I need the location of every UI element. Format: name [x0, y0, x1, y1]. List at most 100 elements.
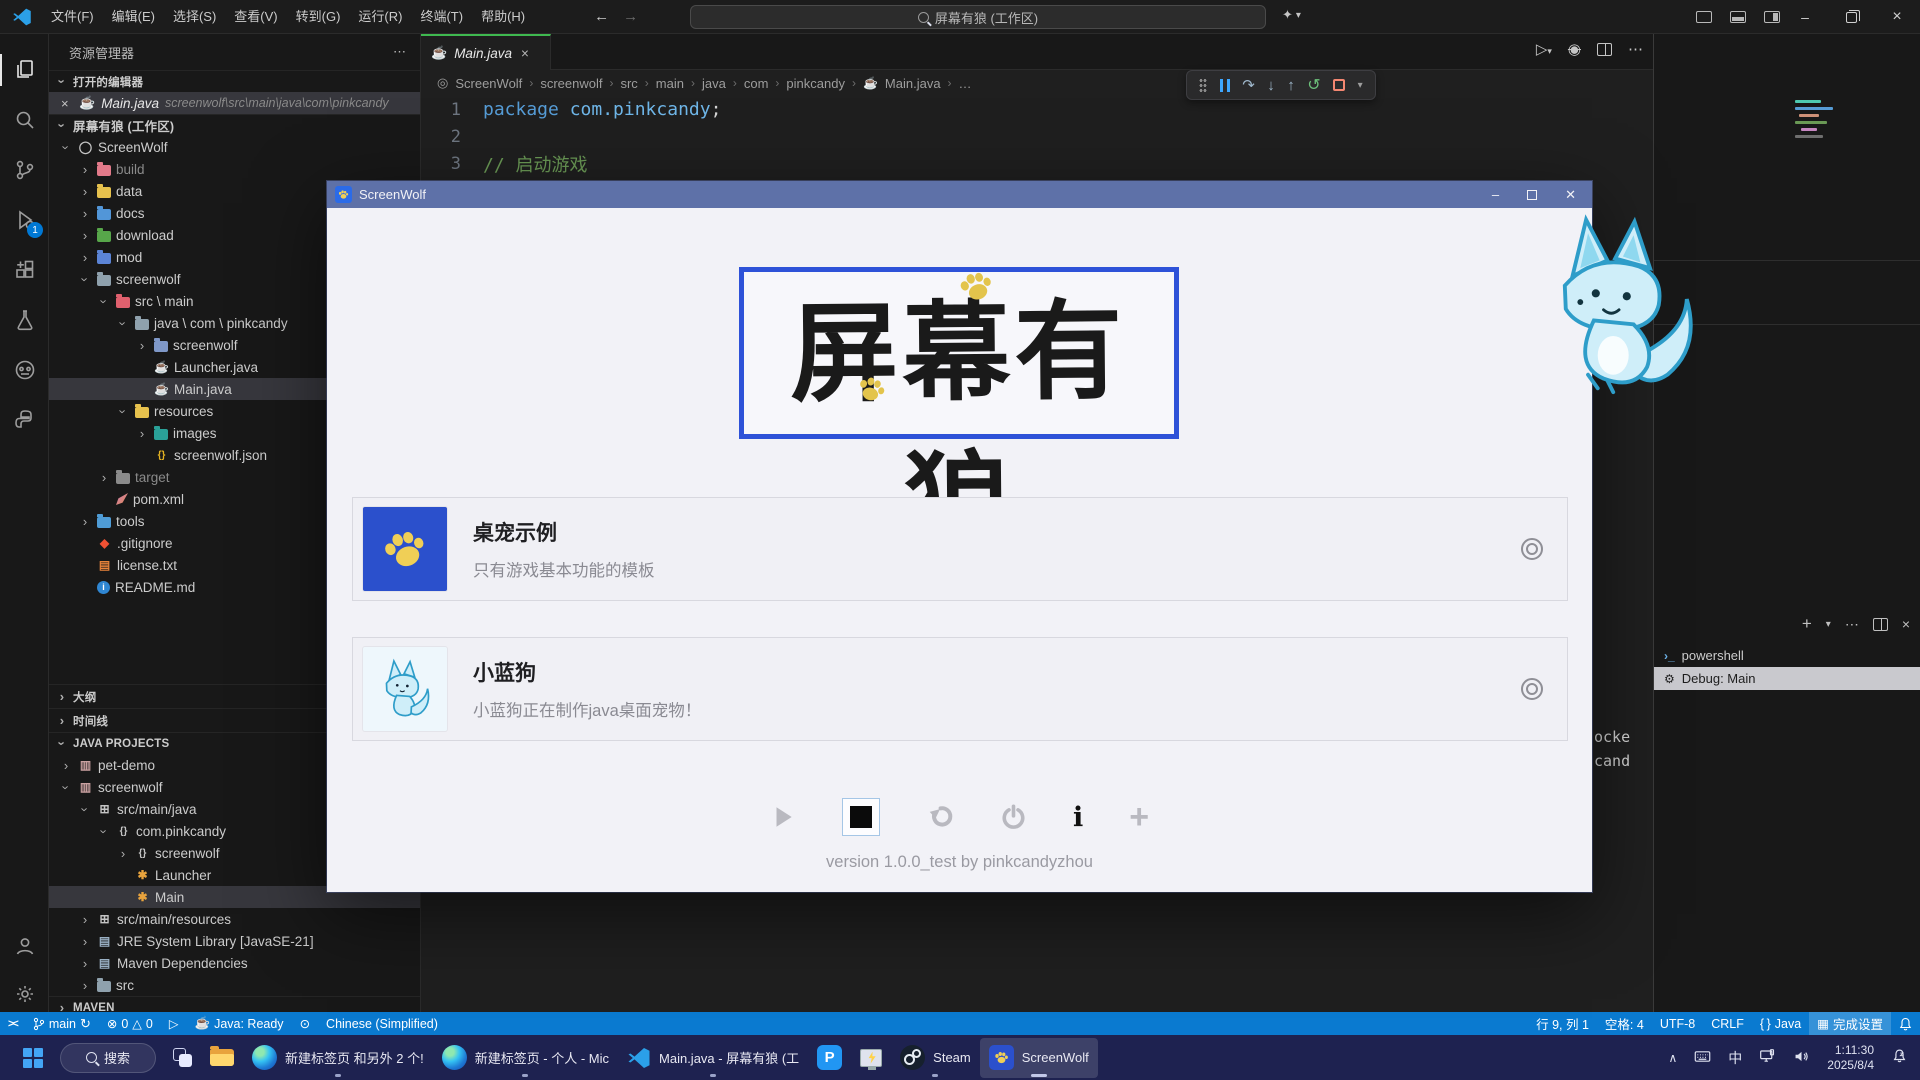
code-line-2[interactable]: 2	[421, 123, 1653, 150]
step-out-icon[interactable]: ↑	[1287, 77, 1295, 94]
pet-card-example[interactable]: 桌宠示例 只有游戏基本功能的模板	[352, 497, 1568, 601]
task-view-button[interactable]	[164, 1038, 201, 1078]
more-actions-icon[interactable]: ⋯	[1628, 40, 1643, 58]
testing-icon[interactable]	[0, 298, 49, 342]
breadcrumb-item[interactable]: Main.java	[885, 76, 941, 91]
close-button[interactable]: ✕	[1565, 187, 1576, 203]
menu-goto[interactable]: 转到(G)	[287, 0, 350, 34]
breadcrumb-item[interactable]: ScreenWolf	[455, 76, 522, 91]
breadcrumb-item[interactable]: main	[656, 76, 684, 91]
menu-view[interactable]: 查看(V)	[225, 0, 286, 34]
terminal-tab-debug-main[interactable]: ⚙ Debug: Main	[1654, 667, 1920, 690]
toggle-panel-icon[interactable]	[1730, 11, 1746, 23]
select-target-icon[interactable]	[1521, 678, 1543, 700]
add-pet-button[interactable]: +	[1129, 803, 1149, 831]
encoding-status[interactable]: UTF-8	[1652, 1012, 1703, 1035]
breadcrumb-item[interactable]: java	[702, 76, 726, 91]
pause-icon[interactable]	[1220, 79, 1230, 92]
workspace-section[interactable]: › 屏幕有狼 (工作区)	[49, 114, 420, 136]
minimize-button[interactable]: –	[1492, 187, 1499, 202]
split-terminal-icon[interactable]	[1873, 618, 1888, 631]
breadcrumb[interactable]: ◎ScreenWolf›screenwolf›src›main›java›com…	[421, 70, 1653, 96]
copilot-menu[interactable]: ✦▾	[1282, 7, 1301, 23]
screenwolf-titlebar[interactable]: ScreenWolf – ✕	[327, 181, 1592, 208]
sidebar-more-icon[interactable]: ⋯	[393, 44, 406, 60]
touch-keyboard-icon[interactable]	[1694, 1048, 1711, 1068]
godot-tools-icon[interactable]	[0, 348, 49, 392]
line-col-status[interactable]: 行 9, 列 1	[1528, 1012, 1597, 1035]
eol-status[interactable]: CRLF	[1703, 1012, 1752, 1035]
customize-layout-icon[interactable]	[1696, 11, 1712, 23]
language-mode-status[interactable]: { } Java	[1752, 1012, 1809, 1035]
menu-file[interactable]: 文件(F)	[42, 0, 103, 34]
close-tab-icon[interactable]: ×	[521, 46, 529, 61]
more-icon[interactable]: ⋯	[1845, 616, 1859, 633]
source-control-icon[interactable]	[0, 148, 49, 192]
tray-expand-icon[interactable]: ∧	[1668, 1051, 1677, 1065]
breadcrumb-item[interactable]: pinkcandy	[786, 76, 845, 91]
java-project-item-src[interactable]: ›src	[49, 974, 420, 996]
breadcrumb-item[interactable]: src	[620, 76, 637, 91]
debug-status-icon[interactable]: ▷	[161, 1012, 187, 1035]
minimize-button[interactable]: –	[1782, 0, 1828, 34]
stop-debug-icon[interactable]	[1333, 79, 1345, 91]
stop-button[interactable]	[842, 798, 880, 836]
settings-gear-icon[interactable]	[0, 972, 49, 1016]
close-button[interactable]: ×	[1874, 0, 1920, 34]
tab-main-java[interactable]: ☕ Main.java ×	[421, 34, 551, 70]
open-editors-section[interactable]: › 打开的编辑器	[49, 70, 420, 92]
run-debug-icon[interactable]: 1	[0, 198, 49, 242]
python-icon[interactable]	[0, 398, 49, 442]
restart-button[interactable]	[926, 803, 954, 831]
select-target-icon[interactable]	[1521, 538, 1543, 560]
notification-bell-icon[interactable]	[1891, 1048, 1908, 1068]
menu-run[interactable]: 运行(R)	[349, 0, 411, 34]
maximize-button[interactable]	[1527, 190, 1537, 200]
java-status[interactable]: ☕ Java: Ready	[187, 1012, 292, 1035]
close-panel-icon[interactable]: ×	[1902, 616, 1910, 632]
restore-button[interactable]	[1828, 0, 1874, 34]
java-project-item-jre-system-library-javase-21-[interactable]: ›▤JRE System Library [JavaSE-21]	[49, 930, 420, 952]
problems-status[interactable]: ⊗0 △0	[99, 1012, 161, 1035]
step-over-icon[interactable]: ↷	[1242, 76, 1255, 94]
search-icon[interactable]	[0, 98, 49, 142]
chevron-down-icon[interactable]: ▾	[1358, 80, 1363, 91]
new-terminal-icon[interactable]: +	[1802, 614, 1812, 634]
toggle-secondary-sidebar-icon[interactable]	[1764, 11, 1780, 23]
close-editor-icon[interactable]: ×	[61, 96, 73, 111]
run-java-icon[interactable]: ▷▾	[1536, 40, 1552, 58]
menu-selection[interactable]: 选择(S)	[164, 0, 225, 34]
screenwolf-button[interactable]: ScreenWolf	[980, 1038, 1098, 1078]
forward-arrow-icon[interactable]: →	[623, 8, 638, 25]
power-button[interactable]	[1000, 804, 1027, 831]
restart-icon[interactable]: ↺	[1307, 75, 1320, 95]
hide-breakpoints-icon[interactable]: ◉	[1568, 40, 1581, 58]
language-status[interactable]: Chinese (Simplified)	[318, 1012, 446, 1035]
setup-status[interactable]: ▦ 完成设置	[1809, 1012, 1891, 1035]
ime-indicator[interactable]: 中	[1728, 1048, 1742, 1068]
spell-icon[interactable]: ⊙	[292, 1012, 318, 1035]
edge-window-2[interactable]: 新建标签页 - 个人 - Mic	[433, 1038, 618, 1078]
accounts-icon[interactable]	[0, 924, 49, 968]
steam-button[interactable]: Steam	[891, 1038, 980, 1078]
explorer-item-screenwolf[interactable]: ›◯ScreenWolf	[49, 136, 420, 158]
network-icon[interactable]	[1759, 1048, 1776, 1068]
step-into-icon[interactable]: ↓	[1267, 77, 1275, 94]
java-project-item-maven-dependencies[interactable]: ›▤Maven Dependencies	[49, 952, 420, 974]
notifications-bell-icon[interactable]	[1891, 1012, 1920, 1035]
legacy-app-button[interactable]	[851, 1038, 891, 1078]
extensions-icon[interactable]	[0, 248, 49, 292]
maven-section[interactable]: › MAVEN	[49, 996, 420, 1012]
volume-icon[interactable]	[1793, 1048, 1810, 1068]
taskbar-clock[interactable]: 1:11:30 2025/8/4	[1827, 1043, 1874, 1073]
taskbar-search[interactable]: 搜索	[60, 1043, 156, 1073]
explorer-item-build[interactable]: ›build	[49, 158, 420, 180]
menu-edit[interactable]: 编辑(E)	[103, 0, 164, 34]
drag-handle-icon[interactable]	[1199, 78, 1207, 92]
chevron-down-icon[interactable]: ▾	[1826, 619, 1831, 630]
play-button[interactable]	[770, 804, 796, 830]
pet-card-bluedog[interactable]: 小蓝狗 小蓝狗正在制作java桌面宠物！	[352, 637, 1568, 741]
breadcrumb-item[interactable]: screenwolf	[540, 76, 602, 91]
indent-status[interactable]: 空格: 4	[1597, 1012, 1652, 1035]
info-button[interactable]: i	[1073, 802, 1083, 833]
